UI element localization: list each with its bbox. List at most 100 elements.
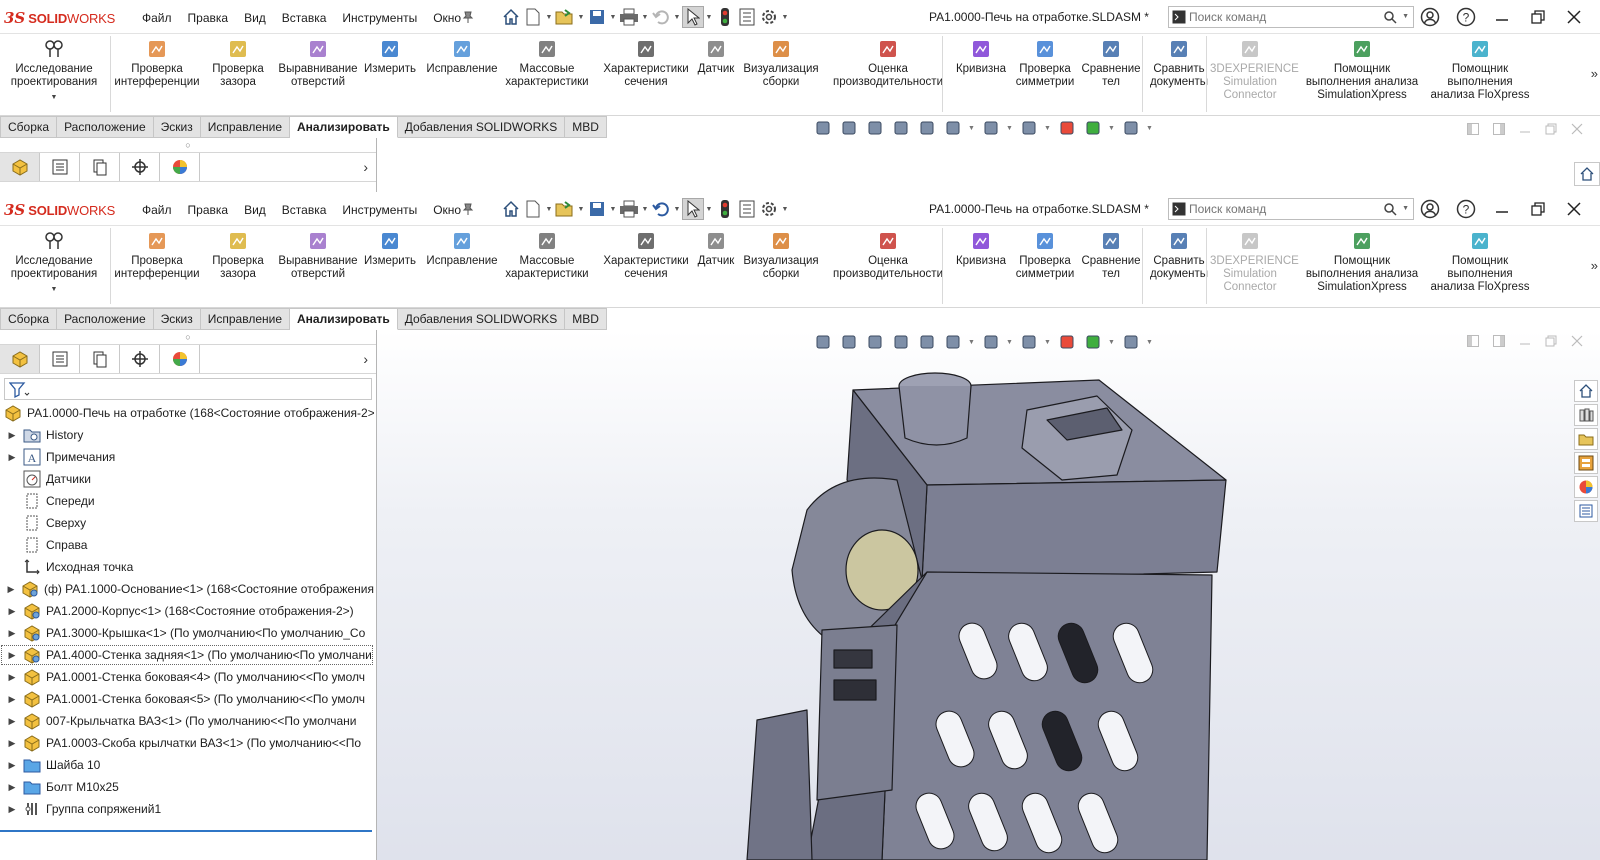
expand-arrow-icon[interactable]: ▶ bbox=[6, 628, 18, 639]
apply-scene-icon[interactable] bbox=[1082, 332, 1104, 352]
tab-layout[interactable]: Расположение bbox=[57, 308, 154, 330]
hole-alignment-button[interactable]: Выравнивание отверстий bbox=[272, 230, 364, 281]
options-gear-icon[interactable] bbox=[758, 198, 780, 220]
design-study-button[interactable]: Исследование проектирования ▼ bbox=[4, 230, 104, 296]
close-icon[interactable] bbox=[1562, 6, 1586, 28]
tree-item[interactable]: ▶ A Примечания bbox=[0, 446, 374, 468]
compare-documents-button[interactable]: Сравнить документы bbox=[1146, 38, 1212, 89]
doc-minimize-icon[interactable] bbox=[1518, 122, 1532, 136]
feature-manager-tab-icon[interactable] bbox=[0, 345, 40, 373]
tree-item[interactable]: ▶ History bbox=[0, 424, 374, 446]
expand-arrow-icon[interactable]: ▶ bbox=[6, 584, 16, 595]
panel-expand-arrow-icon[interactable]: › bbox=[363, 351, 368, 367]
new-document-icon[interactable] bbox=[522, 6, 544, 28]
simulationxpress-button[interactable]: Помощник выполнения анализа SimulationXp… bbox=[1300, 38, 1424, 102]
display-style-icon[interactable] bbox=[980, 118, 1002, 138]
solidworks-logo[interactable]: 3S SOLID WORKS bbox=[4, 201, 115, 219]
ribbon-more-icon[interactable]: » bbox=[1591, 66, 1598, 81]
expand-arrow-icon[interactable]: ▶ bbox=[6, 804, 18, 815]
tile-left-icon[interactable] bbox=[1466, 334, 1480, 348]
file-properties-icon[interactable] bbox=[736, 6, 758, 28]
new-dropdown-icon[interactable]: ▼ bbox=[544, 6, 554, 28]
view-orientation-icon[interactable] bbox=[942, 332, 964, 352]
tab-repair[interactable]: Исправление bbox=[200, 116, 290, 138]
home-icon[interactable] bbox=[500, 198, 522, 220]
performance-button[interactable]: Оценка производительности bbox=[828, 38, 948, 89]
simulationxpress-button[interactable]: Помощник выполнения анализа SimulationXp… bbox=[1300, 230, 1424, 294]
display-manager-tab-icon[interactable] bbox=[160, 345, 200, 373]
mass-properties-button[interactable]: Массовые характеристики bbox=[500, 230, 594, 281]
tree-item[interactable]: ▶ PA1.0003-Скоба крылчатки ВАЗ<1> (По умо… bbox=[0, 732, 374, 754]
tree-item[interactable]: ▶ Группа сопряжений1 bbox=[0, 798, 374, 820]
curvature-button[interactable]: Кривизна bbox=[952, 230, 1010, 268]
tab-mbd[interactable]: MBD bbox=[565, 308, 607, 330]
print-icon[interactable] bbox=[618, 6, 640, 28]
simulation-connector-button[interactable]: 3DEXPERIENCE Simulation Connector bbox=[1210, 38, 1299, 102]
hide-show-items-dropdown-icon[interactable]: ▼ bbox=[1044, 125, 1052, 132]
section-view-icon[interactable] bbox=[890, 332, 912, 352]
configuration-manager-tab-icon[interactable] bbox=[80, 345, 120, 373]
symmetry-button[interactable]: Проверка симметрии bbox=[1010, 38, 1080, 89]
repair-button[interactable]: Исправление bbox=[424, 38, 500, 76]
expand-arrow-icon[interactable]: ▶ bbox=[6, 672, 18, 683]
view-palette-icon[interactable] bbox=[1574, 452, 1598, 474]
menu-file[interactable]: Файл bbox=[140, 202, 180, 218]
view-orientation-dropdown-icon[interactable]: ▼ bbox=[968, 125, 976, 132]
hole-alignment-button[interactable]: Выравнивание отверстий bbox=[272, 38, 364, 89]
undo-dropdown-icon[interactable]: ▼ bbox=[672, 198, 682, 220]
view-settings-dropdown-icon[interactable]: ▼ bbox=[1146, 339, 1154, 346]
dynamic-annotation-icon[interactable] bbox=[916, 332, 938, 352]
display-style-icon[interactable] bbox=[980, 332, 1002, 352]
stove-assembly-model[interactable] bbox=[377, 330, 1600, 860]
rebuild-icon[interactable] bbox=[714, 198, 736, 220]
tree-item[interactable]: Исходная точка bbox=[0, 556, 374, 578]
tree-item[interactable]: Датчики bbox=[0, 468, 374, 490]
file-explorer-icon[interactable] bbox=[1574, 428, 1598, 450]
minimize-icon[interactable] bbox=[1490, 6, 1514, 28]
options-gear-icon[interactable] bbox=[758, 6, 780, 28]
section-properties-button[interactable]: Характеристики сечения bbox=[600, 38, 692, 89]
tree-filter-field[interactable] bbox=[4, 378, 372, 400]
tab-layout[interactable]: Расположение bbox=[57, 116, 154, 138]
edit-appearance-icon[interactable] bbox=[1056, 332, 1078, 352]
zoom-to-fit-icon[interactable] bbox=[812, 332, 834, 352]
display-manager-tab-icon[interactable] bbox=[160, 153, 200, 181]
user-account-icon[interactable] bbox=[1418, 198, 1442, 220]
help-icon[interactable]: ? bbox=[1454, 6, 1478, 28]
home-icon[interactable] bbox=[500, 6, 522, 28]
open-dropdown-icon[interactable]: ▼ bbox=[576, 6, 586, 28]
design-library-icon[interactable] bbox=[1574, 404, 1598, 426]
view-settings-dropdown-icon[interactable]: ▼ bbox=[1146, 125, 1154, 132]
save-icon[interactable] bbox=[586, 198, 608, 220]
tree-item[interactable]: Спереди bbox=[0, 490, 374, 512]
appearances-icon[interactable] bbox=[1574, 476, 1598, 498]
tree-item[interactable]: ▶ PA1.2000-Корпус<1> (168<Состояние отобр… bbox=[0, 600, 374, 622]
menu-tools[interactable]: Инструменты bbox=[334, 10, 425, 26]
compare-documents-button[interactable]: Сравнить документы bbox=[1146, 230, 1212, 281]
compare-bodies-button[interactable]: Сравнение тел bbox=[1078, 38, 1144, 89]
zoom-to-area-icon[interactable] bbox=[838, 118, 860, 138]
display-style-dropdown-icon[interactable]: ▼ bbox=[1006, 339, 1014, 346]
doc-minimize-icon[interactable] bbox=[1518, 334, 1532, 348]
menu-insert[interactable]: Вставка bbox=[274, 10, 335, 26]
repair-button[interactable]: Исправление bbox=[424, 230, 500, 268]
tab-sketch[interactable]: Эскиз bbox=[153, 116, 201, 138]
viewport-top[interactable] bbox=[377, 138, 1600, 192]
mass-properties-button[interactable]: Массовые характеристики bbox=[500, 38, 594, 89]
symmetry-button[interactable]: Проверка симметрии bbox=[1010, 230, 1080, 281]
configuration-manager-tab-icon[interactable] bbox=[80, 153, 120, 181]
tab-analyze[interactable]: Анализировать bbox=[290, 308, 398, 330]
open-icon[interactable] bbox=[554, 6, 576, 28]
display-style-dropdown-icon[interactable]: ▼ bbox=[1006, 125, 1014, 132]
tree-item[interactable]: Справа bbox=[0, 534, 374, 556]
compare-bodies-button[interactable]: Сравнение тел bbox=[1078, 230, 1144, 281]
tab-assembly[interactable]: Сборка bbox=[0, 116, 58, 138]
tree-item[interactable]: ▶ PA1.3000-Крышка<1> (По умолчанию<По умо… bbox=[0, 622, 374, 644]
expand-arrow-icon[interactable]: ▶ bbox=[6, 716, 18, 727]
previous-view-icon[interactable] bbox=[864, 332, 886, 352]
rebuild-icon[interactable] bbox=[714, 6, 736, 28]
filter-icon[interactable] bbox=[8, 381, 31, 399]
section-properties-button[interactable]: Характеристики сечения bbox=[600, 230, 692, 281]
undo-dropdown-icon[interactable]: ▼ bbox=[672, 6, 682, 28]
tab-solidworks-addins[interactable]: Добавления SOLIDWORKS bbox=[397, 308, 566, 330]
